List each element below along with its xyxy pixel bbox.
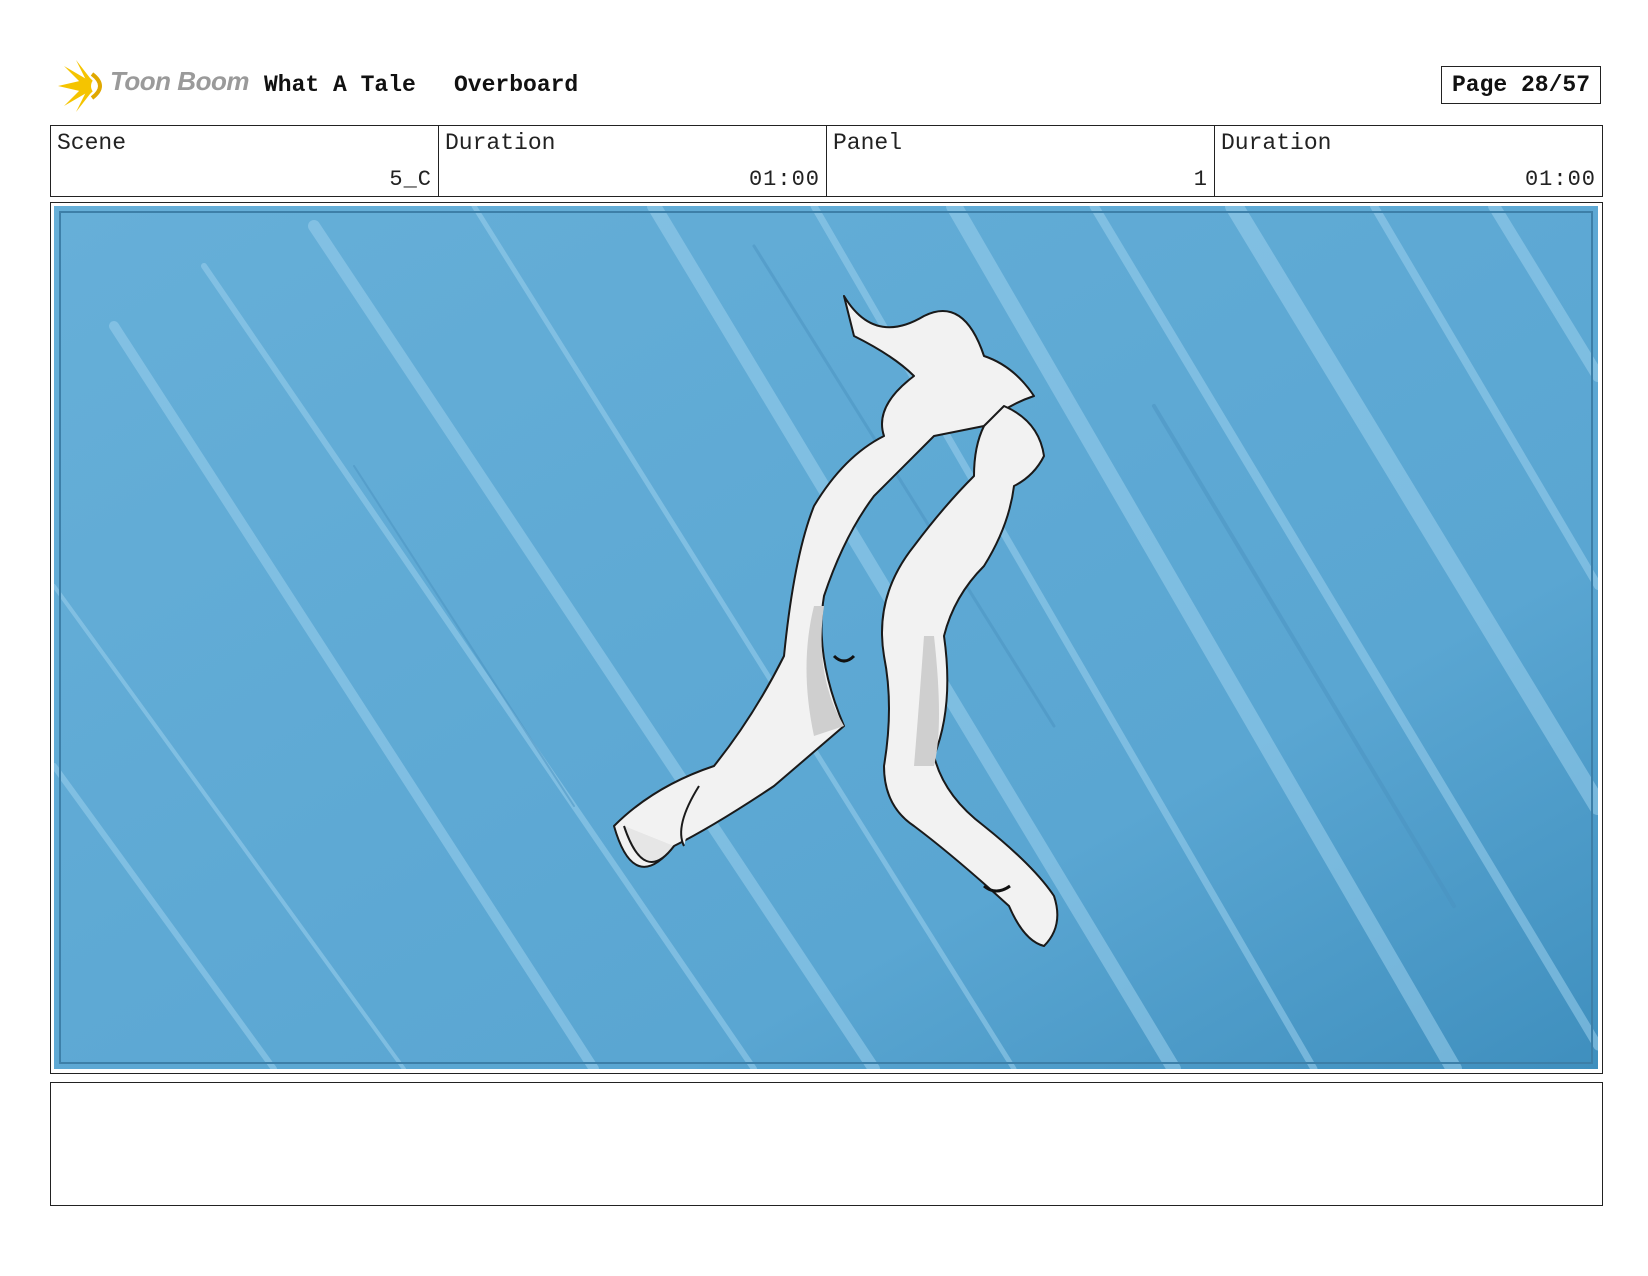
project-title: What A Tale: [264, 72, 416, 98]
panel-notes-box: [50, 1082, 1603, 1206]
scene-duration-cell: Duration 01:00: [439, 126, 827, 196]
page-indicator: Page 28/57: [1441, 66, 1601, 104]
panel-label: Panel: [833, 130, 903, 156]
scene-value: 5_C: [389, 167, 432, 192]
scene-duration-value: 01:00: [748, 167, 820, 192]
panel-duration-cell: Duration 01:00: [1215, 126, 1602, 196]
sequence-title: Overboard: [454, 72, 579, 98]
brand-name: Toon Boom: [110, 66, 249, 96]
panel-duration-label: Duration: [1221, 130, 1332, 156]
panel-info-table: Scene 5_C Duration 01:00 Panel 1 Duratio…: [50, 125, 1603, 197]
panel-duration-value: 01:00: [1524, 167, 1596, 192]
toon-boom-logo: Toon Boom: [54, 58, 254, 114]
panel-cell: Panel 1: [827, 126, 1215, 196]
toon-boom-star-icon: [58, 60, 109, 112]
scene-label: Scene: [57, 130, 127, 156]
scene-cell: Scene 5_C: [51, 126, 439, 196]
underwater-couple-sketch-image: [54, 206, 1598, 1069]
storyboard-frame: [50, 202, 1603, 1074]
panel-value: 1: [1193, 167, 1208, 192]
scene-duration-label: Duration: [445, 130, 556, 156]
